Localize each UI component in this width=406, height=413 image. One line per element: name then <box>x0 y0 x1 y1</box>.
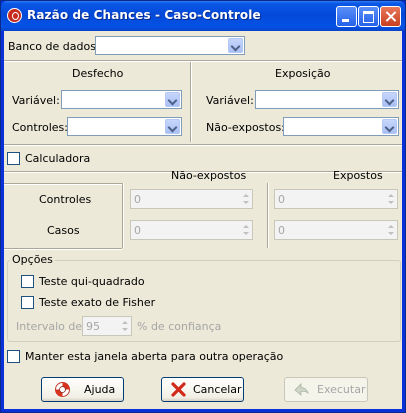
cases-unexposed-value: 0 <box>134 224 141 237</box>
cases-exposed-spinner[interactable]: 0 <box>274 220 398 240</box>
exposure-unexposed-label: Não-expostos: <box>206 121 285 134</box>
column-exposed-header: Expostos <box>333 169 383 182</box>
execute-button-label: Executar <box>317 383 366 396</box>
fisher-checkbox[interactable] <box>21 296 34 309</box>
cases-unexposed-spinner[interactable]: 0 <box>130 220 253 240</box>
spin-down-icon[interactable] <box>241 230 251 238</box>
spin-up-icon[interactable] <box>386 222 396 230</box>
outcome-variable-select[interactable] <box>61 90 182 109</box>
controls-unexposed-spinner[interactable]: 0 <box>130 189 253 209</box>
divider <box>4 183 122 185</box>
chevron-down-icon[interactable] <box>165 119 180 134</box>
database-select[interactable] <box>95 36 245 55</box>
exposure-variable-label: Variável: <box>206 94 254 107</box>
app-icon <box>7 8 22 23</box>
divider <box>267 183 269 248</box>
controls-exposed-value: 0 <box>278 193 285 206</box>
help-button[interactable]: Ajuda <box>41 377 124 402</box>
exposure-heading: Exposição <box>275 67 331 80</box>
fisher-label[interactable]: Teste exato de Fisher <box>39 296 155 309</box>
row-controls-label: Controles <box>39 193 92 206</box>
controls-exposed-spinner[interactable]: 0 <box>274 189 398 209</box>
dialog-body: Banco de dados: Desfecho Variável: Contr… <box>4 31 402 409</box>
chevron-down-icon[interactable] <box>228 38 243 53</box>
column-unexposed-header: Não-expostos <box>171 169 247 182</box>
controls-unexposed-value: 0 <box>134 193 141 206</box>
divider <box>4 248 122 250</box>
divider <box>190 62 192 142</box>
chi-square-label[interactable]: Teste qui-quadrado <box>39 275 145 288</box>
spin-down-icon[interactable] <box>386 199 396 207</box>
exposure-unexposed-select[interactable] <box>283 117 399 136</box>
run-arrow-icon <box>294 383 309 396</box>
interval-prefix-label: Intervalo de <box>16 320 83 333</box>
spin-down-icon[interactable] <box>386 230 396 238</box>
dialog-window: Razão de Chances - Caso-Controle Banco d… <box>0 0 406 413</box>
maximize-icon[interactable] <box>358 6 379 27</box>
minimize-icon[interactable] <box>336 6 357 27</box>
cancel-button-label: Cancelar <box>193 383 242 396</box>
outcome-variable-label: Variável: <box>12 94 60 107</box>
spin-up-icon[interactable] <box>241 222 251 230</box>
exposure-variable-select[interactable] <box>255 90 399 109</box>
outcome-heading: Desfecho <box>72 67 124 80</box>
interval-suffix-label: % de confiança <box>137 320 222 333</box>
row-cases-label: Casos <box>47 224 80 237</box>
divider <box>4 60 402 62</box>
execute-button[interactable]: Executar <box>284 377 368 402</box>
spin-down-icon[interactable] <box>241 199 251 207</box>
divider <box>122 183 124 248</box>
outcome-controls-select[interactable] <box>67 117 182 136</box>
confidence-spinner[interactable]: 95 <box>82 316 132 336</box>
keep-open-checkbox[interactable] <box>7 350 20 363</box>
red-x-icon <box>171 382 186 397</box>
help-button-label: Ajuda <box>84 383 116 396</box>
keep-open-label[interactable]: Manter esta janela aberta para outra ope… <box>25 350 283 363</box>
chevron-down-icon[interactable] <box>382 92 397 107</box>
lifebuoy-icon <box>55 382 70 397</box>
outcome-controls-label: Controles: <box>12 121 68 134</box>
window-title: Razão de Chances - Caso-Controle <box>27 8 261 22</box>
calculator-checkbox[interactable] <box>7 152 20 165</box>
spin-up-icon[interactable] <box>120 318 130 326</box>
confidence-value: 95 <box>86 320 100 333</box>
calculator-label[interactable]: Calculadora <box>25 152 90 165</box>
database-label: Banco de dados: <box>8 40 100 53</box>
chi-square-checkbox[interactable] <box>21 275 34 288</box>
cancel-button[interactable]: Cancelar <box>161 377 244 402</box>
close-icon[interactable] <box>380 6 401 27</box>
cases-exposed-value: 0 <box>278 224 285 237</box>
chevron-down-icon[interactable] <box>382 119 397 134</box>
spin-up-icon[interactable] <box>386 191 396 199</box>
spin-down-icon[interactable] <box>120 326 130 334</box>
options-group-title: Opções <box>10 253 55 266</box>
chevron-down-icon[interactable] <box>165 92 180 107</box>
title-bar[interactable]: Razão de Chances - Caso-Controle <box>1 1 405 31</box>
divider <box>4 144 402 146</box>
spin-up-icon[interactable] <box>241 191 251 199</box>
